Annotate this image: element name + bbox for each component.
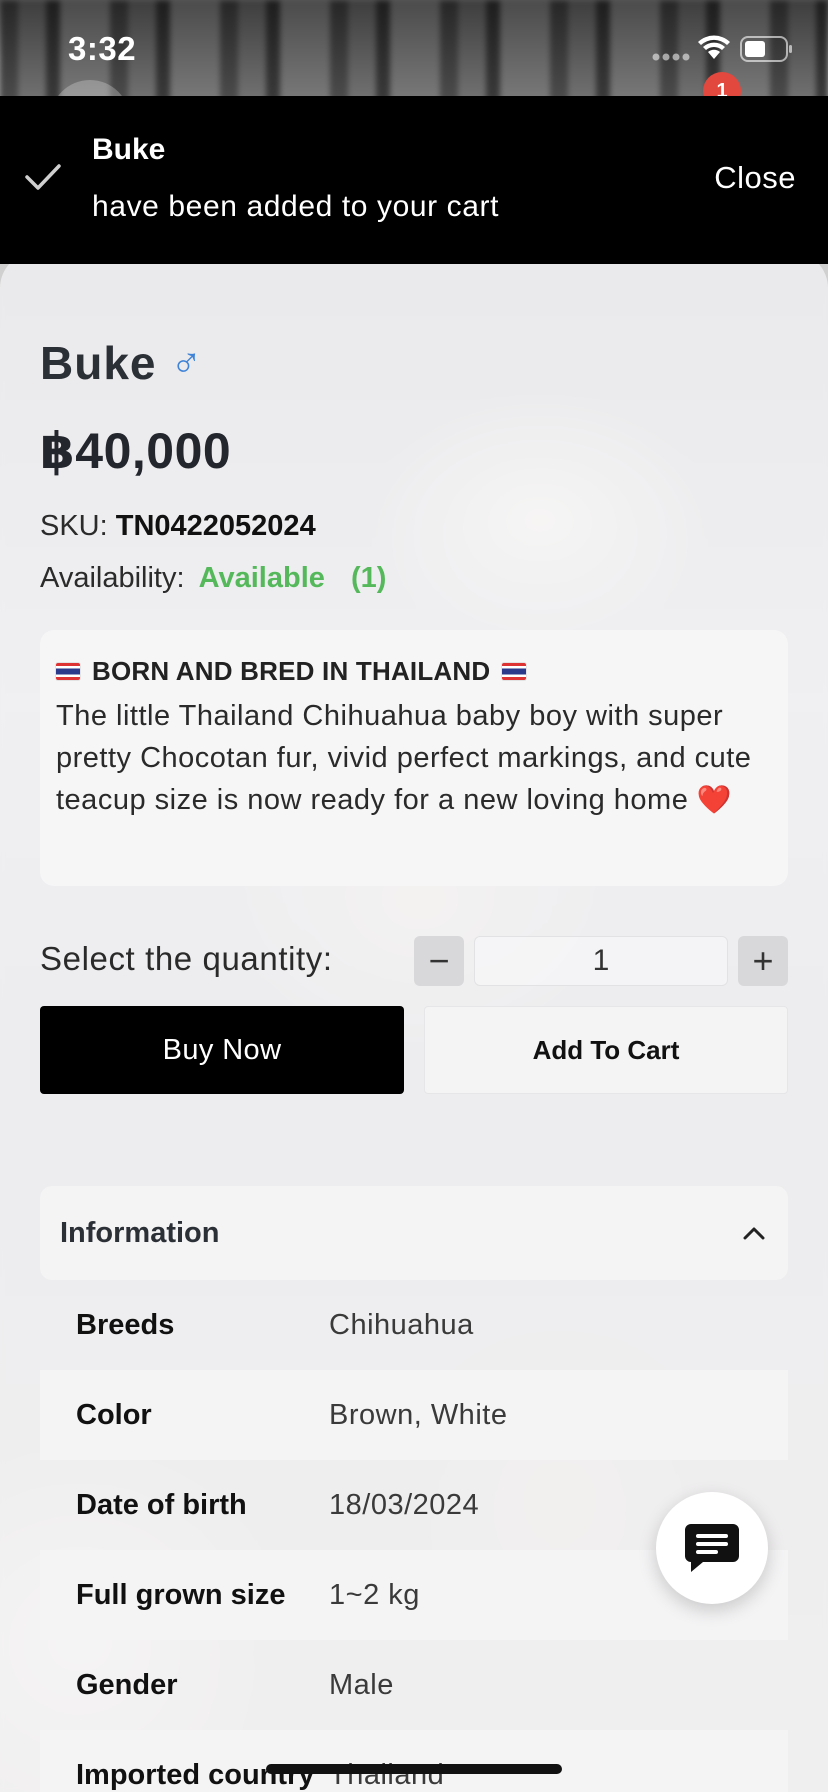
sku-label: SKU: [40, 510, 108, 542]
description-box: BORN AND BRED IN THAILAND The little Tha… [40, 630, 788, 886]
info-row-gender: Gender Male [40, 1640, 788, 1730]
quantity-decrement-button[interactable]: − [414, 936, 464, 986]
male-icon: ♂ [170, 339, 203, 386]
added-to-cart-toast: Buke have been added to your cart Close [0, 96, 828, 264]
info-key: Breeds [76, 1308, 175, 1341]
quantity-increment-button[interactable]: + [738, 936, 788, 986]
battery-icon [740, 36, 792, 62]
toast-message: have been added to your cart [92, 190, 500, 223]
status-bar: 3:32 [0, 0, 828, 96]
product-name-text: Buke [40, 337, 157, 389]
thailand-flag-icon [502, 663, 527, 680]
signal-icon [652, 53, 690, 61]
availability-status: Available [198, 562, 325, 594]
information-title: Information [60, 1216, 220, 1249]
chat-bubble-icon [685, 1524, 739, 1572]
info-value: Brown, White [329, 1398, 508, 1431]
info-value: Chihuahua [329, 1308, 474, 1341]
info-row-breeds: Breeds Chihuahua [40, 1280, 788, 1370]
availability-line: Availability: Available (1) [40, 562, 386, 595]
add-to-cart-button[interactable]: Add To Cart [424, 1006, 788, 1094]
info-key: Full grown size [76, 1578, 286, 1611]
toast-title: Buke [92, 133, 166, 166]
description-text: The little Thailand Chihuahua baby boy w… [56, 695, 772, 821]
info-value: 1~2 kg [329, 1578, 420, 1611]
information-accordion-header[interactable]: Information [40, 1186, 788, 1280]
description-heading: BORN AND BRED IN THAILAND [56, 656, 772, 687]
check-icon [25, 164, 61, 190]
toast-close-button[interactable]: Close [714, 160, 796, 196]
description-body: The little Thailand Chihuahua baby boy w… [56, 700, 752, 816]
heart-icon: ❤️ [696, 784, 733, 815]
home-indicator [266, 1764, 562, 1774]
info-value: 18/03/2024 [329, 1488, 480, 1521]
product-price: ฿40,000 [40, 423, 232, 479]
sku-line: SKU: TN0422052024 [40, 510, 316, 543]
wifi-icon [698, 35, 730, 59]
quantity-label: Select the quantity: [40, 940, 333, 977]
thailand-flag-icon [56, 663, 80, 680]
availability-label: Availability: [40, 562, 185, 594]
buy-now-button[interactable]: Buy Now [40, 1006, 404, 1094]
info-value: Male [329, 1668, 394, 1701]
info-key: Gender [76, 1668, 178, 1701]
status-time: 3:32 [68, 30, 137, 67]
sku-value: TN0422052024 [115, 510, 316, 542]
info-key: Date of birth [76, 1488, 247, 1521]
info-row-color: Color Brown, White [40, 1370, 788, 1460]
chevron-up-icon[interactable] [740, 1219, 768, 1247]
quantity-input[interactable]: 1 [474, 936, 728, 986]
chat-button[interactable] [656, 1492, 768, 1604]
info-row-imported-country: Imported country Thailand [40, 1730, 788, 1792]
description-heading-text: BORN AND BRED IN THAILAND [92, 656, 491, 686]
info-key: Color [76, 1398, 152, 1431]
product-name: Buke ♂ [40, 336, 203, 390]
availability-count: (1) [350, 562, 387, 594]
